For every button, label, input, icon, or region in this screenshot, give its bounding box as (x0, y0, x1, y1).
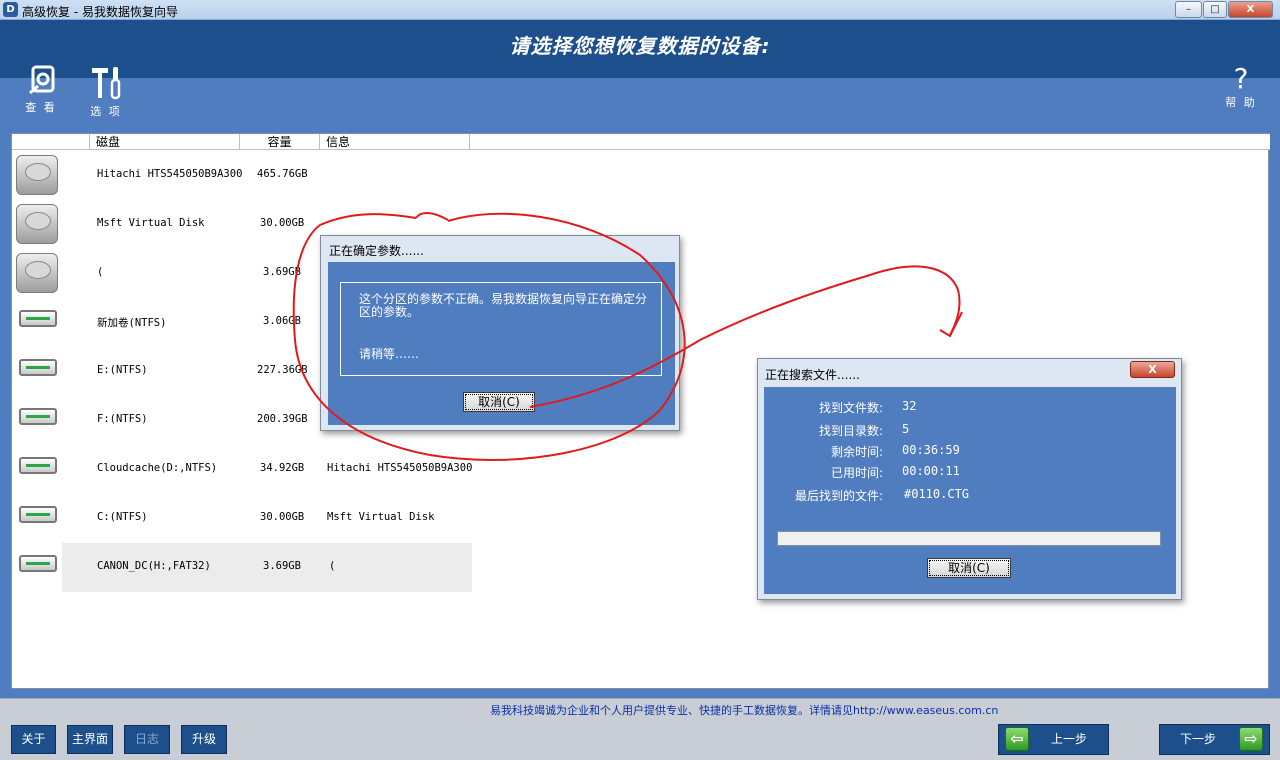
upgrade-button[interactable]: 升级 (181, 725, 227, 754)
footer-note[interactable]: 易我科技竭诚为企业和个人用户提供专业、快捷的手工数据恢复。详情请见http://… (490, 702, 998, 718)
left-arrow-icon: ⇦ (1005, 727, 1029, 751)
red-annotation-overlay (292, 212, 963, 461)
back-button-label: 上一步 (1051, 732, 1088, 746)
next-button-label: 下一步 (1180, 732, 1217, 746)
annotation-arrow-stroke (529, 265, 963, 408)
right-arrow-icon: ⇨ (1239, 727, 1263, 751)
about-button[interactable]: 关于 (11, 725, 56, 754)
main-menu-button[interactable]: 主界面 (67, 725, 113, 754)
annotation-circle-stroke (292, 212, 686, 461)
next-button[interactable]: 下一步 ⇨ (1159, 724, 1270, 755)
log-button[interactable]: 日志 (124, 725, 170, 754)
back-button[interactable]: ⇦ 上一步 (998, 724, 1109, 755)
